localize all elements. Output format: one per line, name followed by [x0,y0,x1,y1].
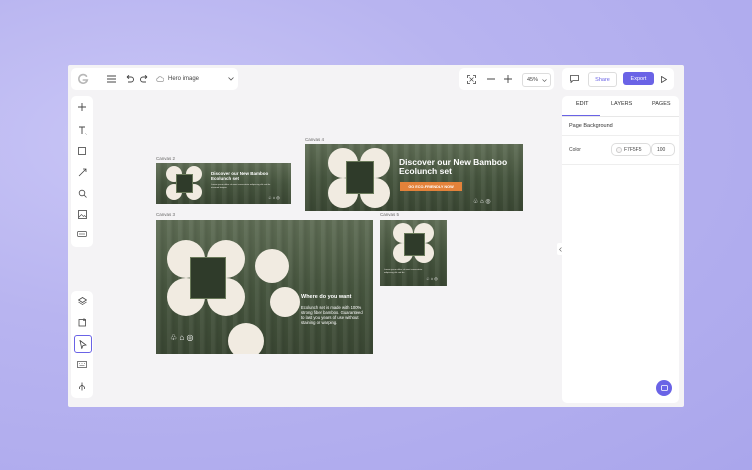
zoom-chevron-icon [541,77,547,83]
zoom-in-icon[interactable] [501,72,515,86]
canvas-4[interactable]: Discover our New Bamboo Ecolunch set GO … [305,144,523,211]
opacity-field[interactable]: 100 [651,143,675,156]
canvas-4-label: Canvas 4 [305,137,325,142]
color-hex-value: F7F5F5 [624,146,642,153]
eco-badges: ♧ ⌂ ◎ [268,195,280,200]
color-label: Color [569,147,581,153]
share-label: Share [595,76,610,83]
chevron-down-icon[interactable] [226,74,236,84]
crop-icon[interactable] [75,315,89,329]
color-swatch[interactable] [616,147,622,153]
menu-icon[interactable] [104,72,118,86]
redo-icon[interactable] [137,72,151,86]
canvas-2-headline: Discover our New Bamboo Ecolunch set [211,171,269,181]
cutlery-pouch [346,161,374,194]
canvas-3-subtext: Ecolunch set is made with 100% strong fi… [301,305,363,326]
panel-divider [562,164,679,165]
canvas-4-cta[interactable]: GO ECO-FRIENDLY NOW [400,182,462,191]
canvas-2-subtext: Lorem ipsum dolor sit amet consectetur a… [211,184,271,189]
pen-icon[interactable] [75,165,89,179]
share-button[interactable]: Share [588,72,617,87]
export-button[interactable]: Export [623,72,654,85]
canvas-4-headline: Discover our New Bamboo Ecolunch set [399,157,508,176]
zoom-value: 45% [527,77,539,83]
keyboard-icon[interactable] [75,357,89,371]
eco-badges: ♧ ⌂ ◎ [170,333,194,342]
eco-badges: ♧ ⌂ ◎ [473,199,491,205]
cutlery-pouch [176,174,193,193]
shape-icon[interactable] [75,144,89,158]
zoom-toolbar: 45% [459,68,554,90]
plus-icon[interactable] [75,100,89,114]
zoom-select[interactable]: 45% [522,73,551,87]
select-icon[interactable] [74,335,92,353]
canvas-5-subtext: Lorem ipsum dolor sit amet consectetur a… [384,269,423,274]
play-icon[interactable] [657,72,671,86]
canvas-2[interactable]: Discover our New Bamboo Ecolunch set Lor… [156,163,291,204]
layers-icon[interactable] [75,294,89,308]
export-label: Export [630,75,647,82]
detail-circle [255,249,289,283]
canvas-3-headline: Where do you want [301,294,352,300]
tab-edit[interactable]: EDIT [576,101,589,107]
component-icon[interactable] [75,227,89,241]
tab-pages[interactable]: PAGES [652,101,671,107]
cloud-icon [155,73,165,85]
tabs-divider [562,116,679,117]
section-divider [562,135,679,136]
document-name[interactable]: Hero image [168,76,199,82]
eco-badges: ♧ ⌂ ◎ [426,276,438,281]
search-image-icon[interactable] [75,186,89,200]
undo-icon[interactable] [122,72,136,86]
logo-icon [76,72,90,86]
top-left-toolbar: Hero image [71,68,238,90]
canvas-3-label: Canvas 3 [156,212,176,217]
comment-icon[interactable] [567,72,581,86]
tab-layers[interactable]: LAYERS [611,101,632,107]
image-icon[interactable] [75,207,89,221]
canvas-2-label: Canvas 2 [156,156,176,161]
tree-icon[interactable] [75,379,89,393]
detail-circle [228,323,264,354]
section-title: Page Background [569,123,613,129]
left-tools-panel [71,96,93,247]
canvas-3[interactable]: Where do you want Ecolunch set is made w… [156,220,373,354]
zoom-out-icon[interactable] [484,72,498,86]
editor-app: Hero image 45% Share Export EDIT LAYERS … [68,65,684,407]
canvas-5[interactable]: Lorem ipsum dolor sit amet consectetur a… [380,220,447,286]
opacity-value: 100 [657,146,666,153]
detail-circle [270,287,300,317]
help-chat-button[interactable] [656,380,672,396]
cutlery-pouch [404,233,425,256]
properties-panel: EDIT LAYERS PAGES Page Background Color … [562,96,679,403]
share-toolbar: Share Export [562,68,674,90]
cutlery-pouch [190,257,226,299]
color-hex-field[interactable]: F7F5F5 [611,143,651,156]
text-icon[interactable] [75,123,89,137]
collapse-panel-handle[interactable] [557,243,563,255]
fit-screen-icon[interactable] [464,72,478,86]
canvas-5-label: Canvas 5 [380,212,400,217]
left-bottom-panel [71,291,93,398]
